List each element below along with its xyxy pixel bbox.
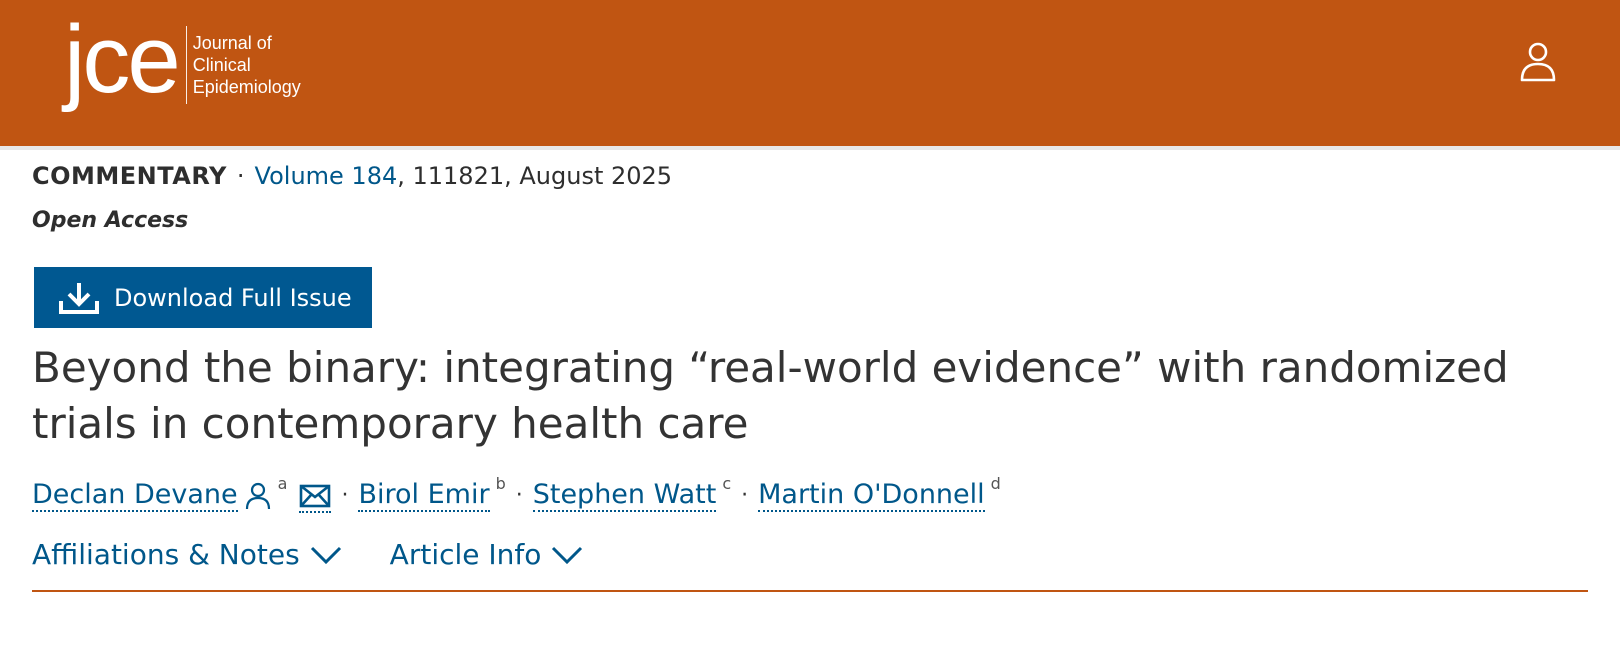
meta-separator: ·: [236, 162, 245, 190]
affiliation-superscript: c: [722, 474, 732, 493]
affiliation-superscript: a: [277, 474, 288, 493]
author-separator: ·: [741, 483, 749, 508]
email-author-link[interactable]: [299, 479, 332, 513]
article-info-tabs: Affiliations & Notes Article Info: [32, 538, 583, 571]
mail-icon: [300, 484, 331, 508]
affiliation-superscript: d: [990, 474, 1001, 493]
header-divider: [0, 146, 1620, 150]
logo-text-line: Journal of: [192, 33, 272, 53]
tab-article-info[interactable]: Article Info: [390, 538, 584, 571]
author-link[interactable]: Martin O'Donnell: [758, 480, 985, 512]
logo-divider: [185, 26, 187, 104]
logo-text: Journal of Clinical Epidemiology: [193, 32, 301, 98]
open-access-label: Open Access: [32, 208, 189, 233]
logo-mark: jce: [64, 6, 181, 113]
author-separator: ·: [515, 483, 523, 508]
article-meta: COMMENTARY · Volume 184, 111821, August 20…: [32, 158, 672, 194]
author-link[interactable]: Declan Devane: [32, 480, 238, 512]
tab-label: Affiliations & Notes: [32, 538, 300, 571]
chevron-down-icon: [552, 546, 583, 564]
corresponding-author-icon: [245, 482, 270, 510]
section-divider: [32, 590, 1588, 592]
download-full-issue-button[interactable]: Download Full Issue: [34, 267, 372, 328]
logo-text-line: Clinical: [192, 55, 251, 75]
affiliation-superscript: b: [495, 474, 506, 493]
author-separator: ·: [341, 483, 349, 508]
author-list: Declan Devane a · Birol Emir b · Stephen…: [32, 474, 1001, 518]
journal-logo[interactable]: jce Journal of Clinical Epidemiology: [64, 8, 301, 112]
download-icon: [59, 282, 99, 314]
volume-link[interactable]: Volume 184: [255, 162, 398, 190]
tab-label: Article Info: [389, 538, 542, 571]
tab-affiliations-notes[interactable]: Affiliations & Notes: [32, 538, 342, 571]
logo-text-line: Epidemiology: [192, 77, 301, 97]
chevron-down-icon: [310, 546, 341, 564]
user-icon: [1520, 42, 1556, 82]
user-account-button[interactable]: [1518, 40, 1558, 82]
author-link[interactable]: Stephen Watt: [532, 480, 717, 512]
download-label: Download Full Issue: [114, 283, 352, 312]
author-link[interactable]: Birol Emir: [358, 480, 490, 512]
site-header: jce Journal of Clinical Epidemiology: [0, 0, 1620, 146]
article-title: Beyond the binary: integrating “real-wor…: [32, 343, 1509, 448]
citation-details: , 111821, August 2025: [397, 162, 673, 190]
article-type: COMMENTARY: [32, 162, 227, 190]
